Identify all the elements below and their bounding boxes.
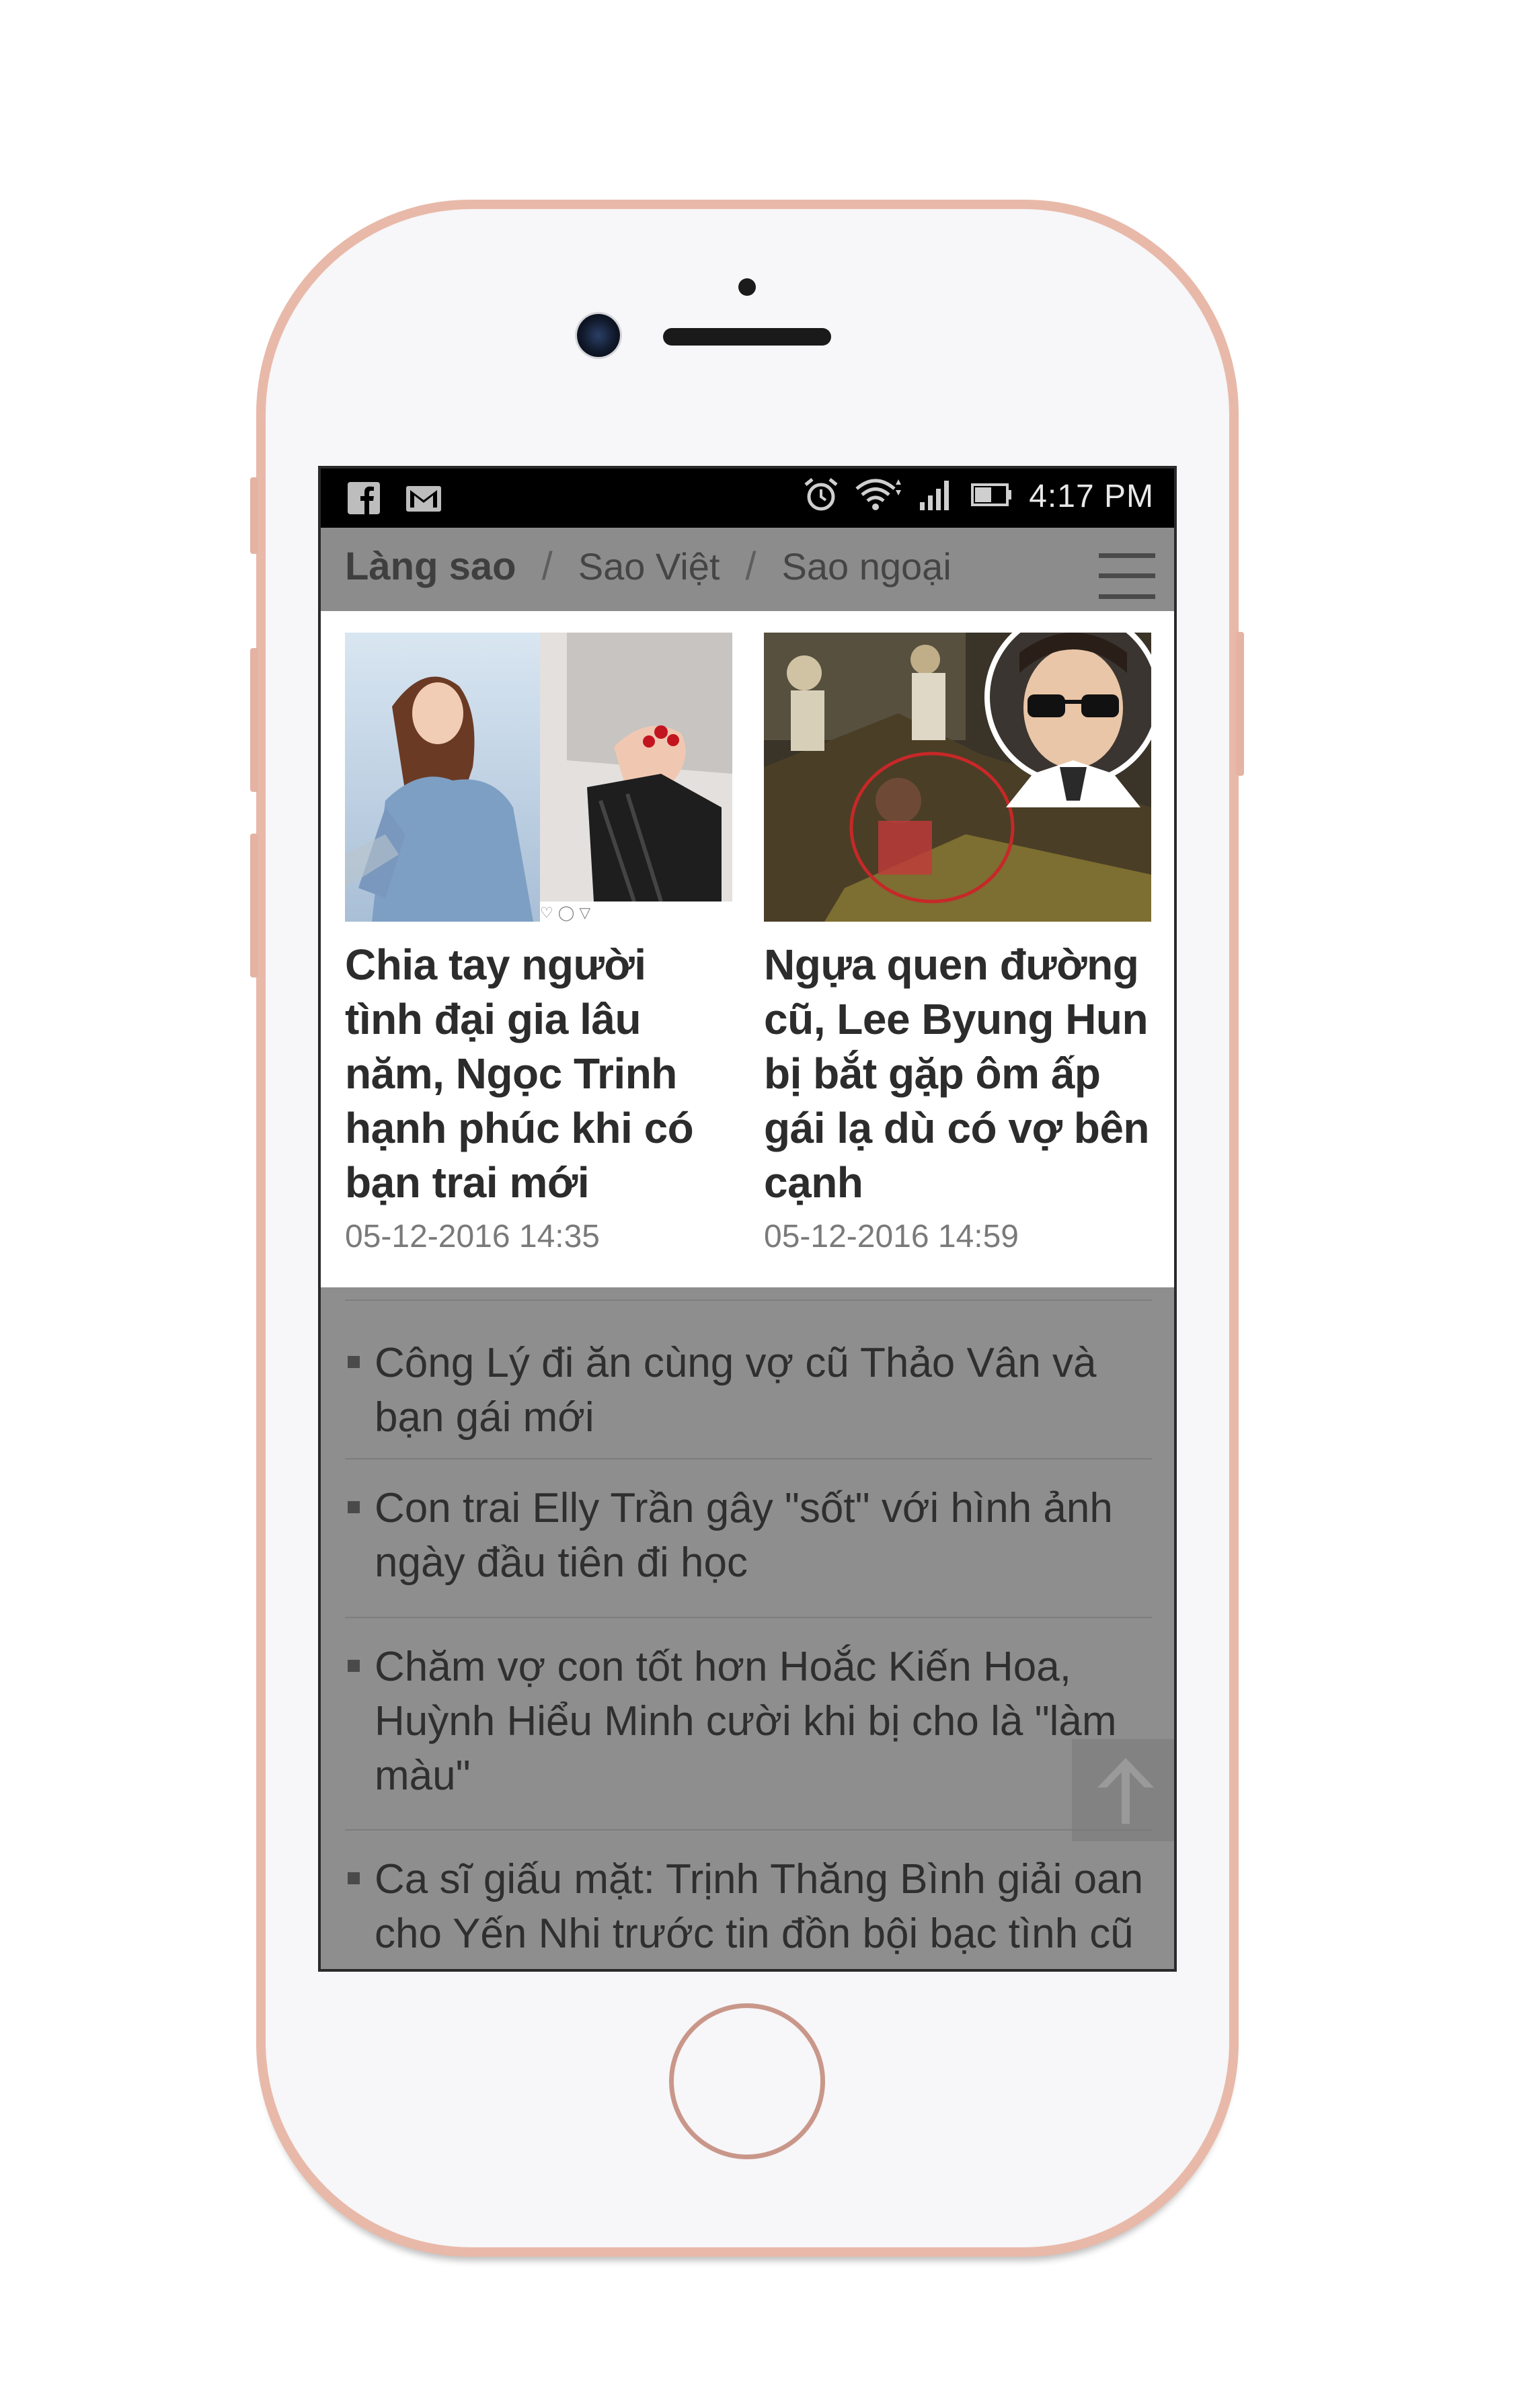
mute-switch — [250, 477, 258, 554]
article-list: Công Lý đi ăn cùng vợ cũ Thảo Vân và bạn… — [321, 1287, 1174, 1969]
list-item-text[interactable]: Ca sĩ giấu mặt: Trịnh Thăng Bình giải oa… — [375, 1856, 1143, 1957]
list-item-text[interactable]: Chăm vợ con tốt hơn Hoắc Kiến Hoa, Huỳnh… — [375, 1644, 1117, 1799]
home-button[interactable] — [669, 2003, 825, 2159]
list-item[interactable]: Ca sĩ giấu mặt: Trịnh Thăng Bình giải oa… — [345, 1829, 1152, 1961]
battery-icon — [970, 475, 1015, 518]
list-item[interactable]: Công Lý đi ăn cùng vợ cũ Thảo Vân và bạn… — [345, 1299, 1152, 1445]
article-title[interactable]: Ngựa quen đường cũ, Lee Byung Hun bị bắt… — [764, 938, 1151, 1210]
nav-separator: / — [541, 545, 553, 588]
gmail-icon — [404, 481, 443, 519]
list-item[interactable]: Con trai Elly Trần gây "sốt" với hình ản… — [345, 1458, 1152, 1590]
wifi-icon — [854, 475, 904, 518]
bullet-icon — [348, 1501, 360, 1513]
nav-item-sao-ngoai[interactable]: Sao ngoại — [782, 545, 952, 588]
featured-card[interactable]: Ngựa quen đường cũ, Lee Byung Hun bị bắt… — [764, 633, 1151, 1255]
article-thumbnail[interactable] — [764, 633, 1151, 922]
category-nav: Làng sao / Sao Việt / Sao ngoại — [321, 528, 1174, 615]
nav-separator: / — [745, 545, 756, 588]
bullet-icon — [348, 1872, 360, 1884]
status-time: 4:17 PM — [1029, 479, 1154, 514]
article-thumbnail[interactable]: ♡ ◯ ▽ — [345, 633, 732, 922]
article-title[interactable]: Chia tay người tình đại gia lâu năm, Ngọ… — [345, 938, 732, 1210]
facebook-icon — [346, 481, 381, 519]
list-item-text[interactable]: Công Lý đi ăn cùng vợ cũ Thảo Vân và bạn… — [375, 1340, 1097, 1441]
featured-articles: ♡ ◯ ▽ Chia tay người tình đại gia lâu nă… — [321, 615, 1174, 1287]
phone-screen: 4:17 PM Làng sao / Sao Việt / Sao ngoại — [318, 466, 1177, 1972]
nav-item-lang-sao[interactable]: Làng sao — [345, 544, 516, 589]
svg-text:♡ ◯ ▽: ♡ ◯ ▽ — [540, 905, 590, 922]
list-item[interactable]: Chăm vợ con tốt hơn Hoắc Kiến Hoa, Huỳnh… — [345, 1617, 1152, 1803]
front-camera — [577, 314, 620, 357]
featured-card[interactable]: ♡ ◯ ▽ Chia tay người tình đại gia lâu nă… — [345, 633, 732, 1255]
list-item-text[interactable]: Con trai Elly Trần gây "sốt" với hình ản… — [375, 1485, 1113, 1586]
volume-up-button — [250, 648, 258, 792]
volume-down-button — [250, 834, 258, 977]
earpiece-speaker — [663, 328, 831, 346]
scroll-to-top-button[interactable] — [1072, 1739, 1174, 1841]
power-button — [1236, 632, 1244, 776]
status-bar: 4:17 PM — [321, 469, 1174, 528]
article-date: 05-12-2016 14:35 — [345, 1219, 600, 1254]
proximity-sensor — [738, 278, 756, 296]
signal-icon — [917, 475, 956, 518]
bullet-icon — [348, 1356, 360, 1368]
alarm-icon — [802, 475, 841, 518]
hamburger-menu-icon[interactable] — [1099, 553, 1155, 599]
nav-item-sao-viet[interactable]: Sao Việt — [578, 545, 720, 588]
arrow-up-icon — [1097, 1758, 1154, 1824]
breadcrumb: Làng sao / Sao Việt / Sao ngoại — [345, 544, 952, 589]
bullet-icon — [348, 1660, 360, 1672]
article-date: 05-12-2016 14:59 — [764, 1219, 1019, 1254]
